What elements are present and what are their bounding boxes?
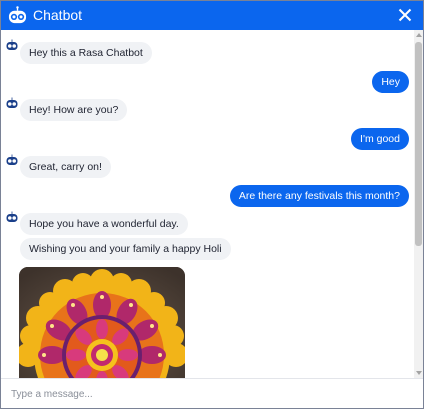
rangoli-mandala-illustration: [19, 267, 185, 378]
bot-message: Wishing you and your family a happy Holi: [20, 238, 231, 260]
bot-message: Great, carry on!: [20, 156, 111, 178]
user-message: Are there any festivals this month?: [229, 185, 409, 207]
bot-avatar-icon: [6, 211, 18, 222]
message-list: Hey this a Rasa Chatbot Hey Hey! How are…: [1, 30, 414, 378]
bot-message: Hey! How are you?: [20, 99, 128, 121]
scrollbar-thumb[interactable]: [415, 42, 422, 246]
scroll-down-arrow-icon[interactable]: [416, 371, 422, 375]
message-scrollbar[interactable]: [414, 30, 423, 378]
rangoli-image[interactable]: [19, 267, 185, 378]
close-icon[interactable]: [397, 7, 413, 23]
chat-header: Chatbot: [1, 1, 423, 30]
user-message: Hey: [372, 71, 409, 93]
robot-face-icon: [8, 6, 27, 24]
chatbot-window: Chatbot Hey this a Rasa Chatbot Hey Hey!…: [0, 0, 424, 409]
scroll-up-arrow-icon[interactable]: [416, 33, 422, 37]
user-message: I'm good: [351, 128, 409, 150]
chat-title: Chatbot: [33, 7, 83, 23]
message-input[interactable]: [11, 385, 411, 403]
bot-message: Hey this a Rasa Chatbot: [20, 42, 152, 64]
bot-avatar-icon: [6, 97, 18, 108]
bot-avatar-icon: [6, 39, 18, 50]
bot-message: Hope you have a wonderful day.: [20, 213, 188, 235]
bot-avatar-icon: [6, 154, 18, 165]
message-composer: [1, 378, 423, 408]
